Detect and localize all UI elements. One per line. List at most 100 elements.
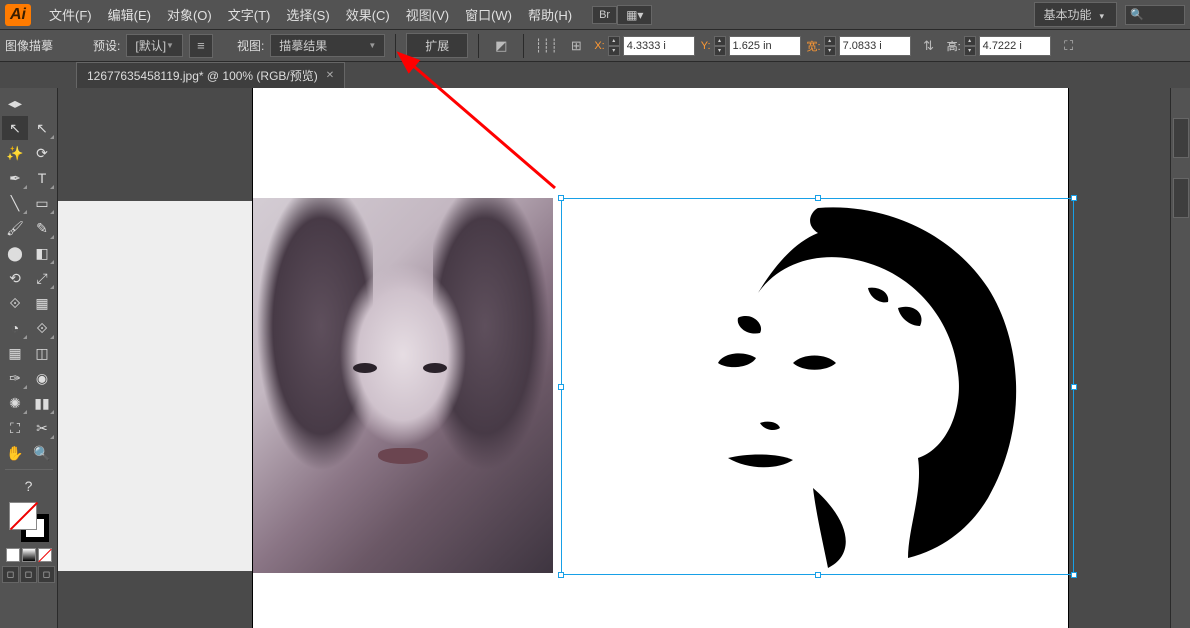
slice-tool[interactable]: ✂ (29, 416, 55, 440)
preset-value: [默认] (135, 37, 166, 54)
document-tab-title: 12677635458119.jpg* @ 100% (RGB/预览) (87, 67, 318, 84)
artboard-bleed (58, 201, 253, 571)
document-tab[interactable]: 12677635458119.jpg* @ 100% (RGB/预览) ✕ (76, 62, 345, 88)
handle-t[interactable] (815, 195, 821, 201)
separator (523, 34, 524, 58)
menu-file[interactable]: 文件(F) (41, 5, 100, 24)
draw-normal[interactable]: ◻ (2, 566, 19, 583)
menu-select[interactable]: 选择(S) (278, 5, 337, 24)
perspective-grid-tool[interactable]: ⟐ (29, 316, 55, 340)
y-input[interactable]: 1.625 in (729, 36, 801, 56)
tool-collapse[interactable]: ◂▸ (2, 91, 28, 115)
menu-type[interactable]: 文字(T) (220, 5, 279, 24)
rectangle-tool[interactable]: ▭ (29, 191, 55, 215)
x-input[interactable]: 4.3333 i (623, 36, 695, 56)
color-gradient[interactable] (22, 548, 36, 562)
close-icon[interactable]: ✕ (326, 70, 334, 81)
menu-window[interactable]: 窗口(W) (457, 5, 520, 24)
x-spinner[interactable]: ▴▾ (608, 36, 620, 56)
handle-br[interactable] (1071, 572, 1077, 578)
blend-tool[interactable]: ◉ (29, 366, 55, 390)
fill-swatch[interactable] (9, 502, 37, 530)
context-label: 图像描摹 (5, 37, 53, 54)
link-wh-icon[interactable]: ⇅ (917, 34, 941, 58)
symbol-sprayer-tool[interactable]: ✺ (2, 391, 28, 415)
separator (395, 34, 396, 58)
pen-tool[interactable]: ✒ (2, 166, 28, 190)
toggle-fill-stroke[interactable]: ? (16, 474, 42, 498)
color-solid[interactable] (6, 548, 20, 562)
magic-wand-tool[interactable]: ✨ (2, 141, 28, 165)
y-label: Y: (701, 40, 711, 52)
menu-help[interactable]: 帮助(H) (520, 5, 580, 24)
placed-raster-image[interactable] (253, 198, 553, 573)
line-tool[interactable]: ╲ (2, 191, 28, 215)
artboard-tool[interactable]: ⛶ (2, 416, 28, 440)
h-field: 高: ▴▾ 4.7222 i (947, 36, 1051, 56)
menu-effect[interactable]: 效果(C) (338, 5, 398, 24)
h-label: 高: (947, 38, 961, 54)
width-tool[interactable]: ⟐ (2, 291, 28, 315)
screen-mode-row: ◻ ◻ ◻ (2, 566, 55, 583)
dock-tab-1[interactable] (1173, 118, 1189, 158)
handle-l[interactable] (558, 384, 564, 390)
align-icon[interactable]: ┊┊┊ (534, 34, 558, 58)
search-input[interactable]: 🔍 (1125, 5, 1185, 25)
preset-label: 预设: (93, 37, 120, 54)
view-dropdown[interactable]: 描摹结果▼ (270, 34, 385, 57)
transform-ref-icon[interactable]: ⊞ (564, 34, 588, 58)
mask-icon[interactable]: ◩ (489, 34, 513, 58)
bridge-icon[interactable]: Br (592, 6, 617, 24)
control-bar: 图像描摹 预设: [默认]▼ ≡ 视图: 描摹结果▼ 扩展 ◩ ┊┊┊ ⊞ X:… (0, 30, 1190, 62)
h-input[interactable]: 4.7222 i (979, 36, 1051, 56)
selection-bounding-box[interactable] (561, 198, 1074, 575)
app-logo: Ai (5, 4, 31, 26)
menu-bar: Ai 文件(F) 编辑(E) 对象(O) 文字(T) 选择(S) 效果(C) 视… (0, 0, 1190, 30)
lasso-tool[interactable]: ⟳ (29, 141, 55, 165)
handle-bl[interactable] (558, 572, 564, 578)
preset-dropdown[interactable]: [默认]▼ (126, 34, 183, 57)
draw-behind[interactable]: ◻ (20, 566, 37, 583)
zoom-tool[interactable]: 🔍 (29, 441, 55, 465)
y-spinner[interactable]: ▴▾ (714, 36, 726, 56)
mesh-tool[interactable]: ▦ (2, 341, 28, 365)
canvas[interactable] (58, 88, 1170, 628)
menu-object[interactable]: 对象(O) (159, 5, 220, 24)
handle-tr[interactable] (1071, 195, 1077, 201)
type-tool[interactable]: T (29, 166, 55, 190)
menu-view[interactable]: 视图(V) (398, 5, 457, 24)
handle-r[interactable] (1071, 384, 1077, 390)
workspace-switcher[interactable]: 基本功能 (1034, 2, 1117, 27)
constrain-icon[interactable]: ⛶ (1057, 34, 1081, 58)
gradient-tool[interactable]: ◫ (29, 341, 55, 365)
w-input[interactable]: 7.0833 i (839, 36, 911, 56)
selection-tool[interactable]: ↖ (2, 116, 28, 140)
h-spinner[interactable]: ▴▾ (964, 36, 976, 56)
fill-stroke-proxy[interactable] (9, 502, 49, 542)
w-spinner[interactable]: ▴▾ (824, 36, 836, 56)
arrange-docs-icon[interactable]: ▦▾ (617, 5, 652, 25)
free-transform-tool[interactable]: ▦ (29, 291, 55, 315)
paintbrush-tool[interactable]: 🖌 (2, 216, 28, 240)
eraser-tool[interactable]: ◧ (29, 241, 55, 265)
rotate-tool[interactable]: ⟲ (2, 266, 28, 290)
blob-brush-tool[interactable]: ⬤ (2, 241, 28, 265)
x-field: X: ▴▾ 4.3333 i (594, 36, 694, 56)
expand-button[interactable]: 扩展 (406, 33, 468, 58)
dock-tab-2[interactable] (1173, 178, 1189, 218)
handle-tl[interactable] (558, 195, 564, 201)
scale-tool[interactable]: ⤢ (29, 266, 55, 290)
hand-tool[interactable]: ✋ (2, 441, 28, 465)
handle-b[interactable] (815, 572, 821, 578)
trace-panel-icon[interactable]: ≡ (189, 34, 213, 58)
draw-inside[interactable]: ◻ (38, 566, 55, 583)
menu-edit[interactable]: 编辑(E) (100, 5, 159, 24)
pencil-tool[interactable]: ✎ (29, 216, 55, 240)
eyedropper-tool[interactable]: ✑ (2, 366, 28, 390)
direct-selection-tool[interactable]: ↖ (29, 116, 55, 140)
shape-builder-tool[interactable]: ◔ (2, 316, 28, 340)
w-field: 宽: ▴▾ 7.0833 i (807, 36, 911, 56)
color-none[interactable] (38, 548, 52, 562)
column-graph-tool[interactable]: ▮▮ (29, 391, 55, 415)
search-icon: 🔍 (1130, 8, 1144, 21)
